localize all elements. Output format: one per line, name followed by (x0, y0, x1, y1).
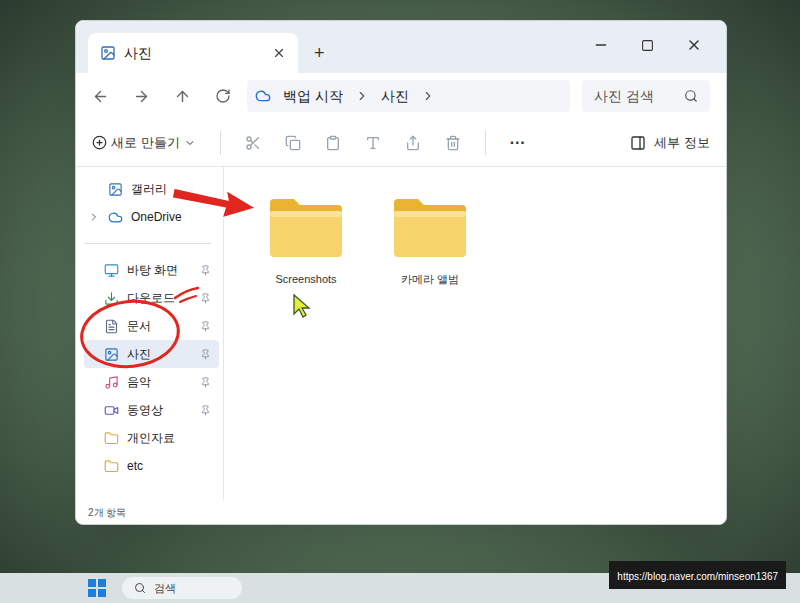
sidebar-item[interactable]: 개인자료 (84, 424, 219, 452)
watermark: https://blog.naver.com/minseon1367 (609, 561, 786, 589)
more-button[interactable]: ··· (510, 131, 526, 155)
sidebar-item[interactable]: 문서 (84, 312, 219, 340)
sidebar-item[interactable]: etc (84, 452, 219, 480)
folder-icon (266, 195, 346, 259)
picture-icon (100, 45, 116, 61)
address-segment[interactable]: 백업 시작 (283, 86, 343, 107)
cloud-icon (108, 210, 123, 225)
status-bar: 2개 항목 (76, 500, 726, 524)
up-icon[interactable] (174, 88, 191, 105)
cloud-icon (255, 88, 271, 104)
video-icon (104, 403, 119, 418)
delete-icon[interactable] (445, 135, 461, 151)
address-segment[interactable]: 사진 (381, 86, 409, 107)
gallery-icon (108, 182, 123, 197)
details-button[interactable]: 세부 정보 (630, 133, 710, 153)
pin-icon (200, 321, 211, 332)
chevron-right-icon (421, 89, 435, 103)
close-tab-icon[interactable] (272, 46, 286, 60)
annotation-mark-icon (172, 284, 202, 304)
music-icon (104, 375, 119, 390)
new-tab-button[interactable]: + (298, 33, 341, 73)
maximize-icon[interactable] (641, 39, 654, 52)
close-icon[interactable] (686, 37, 702, 53)
search-placeholder: 사진 검색 (594, 86, 654, 107)
explorer-window[interactable]: 사진+백업 시작사진사진 검색새로 만들기···세부 정보갤러리OneDrive… (75, 20, 727, 525)
refresh-icon[interactable] (215, 88, 231, 104)
taskbar-search[interactable]: 검색 (122, 577, 242, 599)
search-icon (134, 582, 146, 594)
folder-item[interactable]: 카메라 앨범 (380, 191, 480, 292)
tab[interactable]: 사진 (88, 33, 298, 73)
details-pane-icon (630, 135, 646, 151)
navigation-bar: 백업 시작 사진 사진 검색 (76, 73, 726, 119)
sidebar-item[interactable]: 음악 (84, 368, 219, 396)
pin-icon (200, 349, 211, 360)
pin-icon (200, 405, 211, 416)
tab-strip: 사진 + (76, 21, 726, 73)
sidebar: 갤러리OneDrive바탕 화면다운로드문서사진음악동영상개인자료etc (76, 167, 224, 500)
search-box[interactable]: 사진 검색 (582, 80, 710, 112)
sidebar-separator (84, 243, 211, 244)
desktop-icon (104, 263, 119, 278)
paste-icon[interactable] (325, 135, 341, 151)
desktop: 사진+백업 시작사진사진 검색새로 만들기···세부 정보갤러리OneDrive… (0, 0, 800, 603)
copy-icon[interactable] (285, 135, 301, 151)
back-icon[interactable] (92, 88, 109, 105)
sidebar-item[interactable]: 사진 (84, 340, 219, 368)
pin-icon (200, 293, 211, 304)
picture-icon (104, 347, 119, 362)
folder-item[interactable]: Screenshots (256, 191, 356, 292)
chevron-right-icon (355, 89, 369, 103)
share-icon[interactable] (405, 135, 421, 151)
sidebar-item[interactable]: 바탕 화면 (84, 256, 219, 284)
toolbar: 새로 만들기 ··· 세부 정보 (76, 119, 726, 167)
pin-icon (200, 377, 211, 388)
search-icon (684, 89, 698, 103)
download-icon (104, 291, 119, 306)
window-controls (593, 25, 718, 65)
chevron-down-icon (184, 137, 196, 149)
body: 갤러리OneDrive바탕 화면다운로드문서사진음악동영상개인자료etcScre… (76, 167, 726, 500)
annotation-circle (77, 295, 184, 373)
mouse-cursor-icon (292, 293, 312, 319)
folder-icon (390, 195, 470, 259)
address-bar[interactable]: 백업 시작 사진 (247, 80, 570, 112)
cut-icon[interactable] (245, 135, 261, 151)
windows-logo-icon[interactable] (88, 579, 106, 597)
rename-icon[interactable] (365, 135, 381, 151)
expand-icon[interactable] (88, 211, 100, 223)
content-area: Screenshots카메라 앨범 (224, 167, 726, 500)
sidebar-item[interactable]: 동영상 (84, 396, 219, 424)
tab-title: 사진 (124, 43, 264, 64)
document-icon (104, 319, 119, 334)
sidebar-item[interactable]: OneDrive (84, 203, 219, 231)
new-button[interactable]: 새로 만들기 (92, 133, 196, 153)
folder-icon (104, 459, 119, 474)
folder-icon (104, 431, 119, 446)
forward-icon[interactable] (133, 88, 150, 105)
minimize-icon[interactable] (593, 37, 609, 53)
annotation-arrow-icon (170, 178, 260, 224)
plus-icon (92, 135, 107, 150)
pin-icon (200, 265, 211, 276)
